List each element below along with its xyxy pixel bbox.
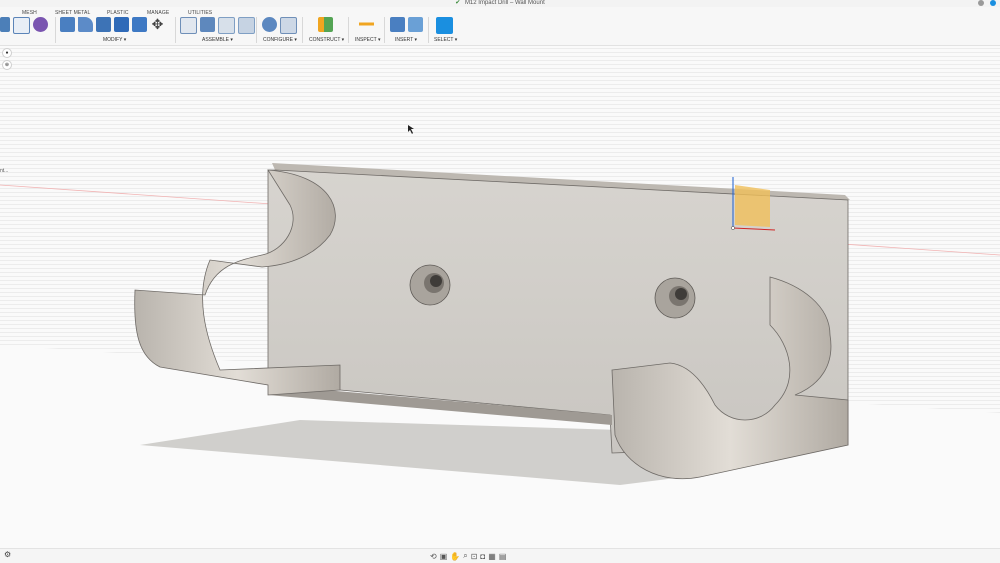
create-form-icon[interactable] [0,17,10,32]
separator [55,17,56,43]
move-icon[interactable]: ✥ [150,17,165,32]
group-modify[interactable]: MODIFY ▾ [103,37,126,43]
canvas-viewport[interactable]: ● ⊕ nt... [0,45,1000,550]
tab-utilities[interactable]: UTILITIES [188,10,212,16]
browser-truncated-label: nt... [0,168,9,174]
configure-table-icon[interactable] [262,17,277,32]
saved-check-icon: ✔ [455,0,461,6]
orbit-icon[interactable]: ⟲ [430,552,437,561]
group-insert[interactable]: INSERT ▾ [395,37,417,43]
window-icons [978,0,996,6]
group-inspect[interactable]: INSPECT ▾ [355,37,380,43]
screw-hole-right [654,277,696,319]
group-select[interactable]: SELECT ▾ [434,37,457,43]
settings-gear-icon[interactable]: ⚙ [4,550,11,559]
ribbon-toolbar: MESH SHEET METAL PLASTIC MANAGE UTILITIE… [0,7,1000,46]
press-pull-icon[interactable] [60,17,75,32]
separator [428,17,429,43]
as-built-joint-icon[interactable] [218,17,235,34]
separator [302,17,303,43]
fit-icon[interactable]: ⊡ [471,552,478,561]
grid-settings-icon[interactable]: ▦ [488,552,496,561]
tab-plastic[interactable]: PLASTIC [107,10,129,16]
new-component-icon[interactable] [180,17,197,34]
fillet-icon[interactable] [78,17,93,32]
primitive-icon[interactable] [33,17,48,32]
zoom-icon[interactable]: ⌕ [463,551,467,561]
group-construct[interactable]: CONSTRUCT ▾ [309,37,344,43]
browser-toggle-icon[interactable]: ● [2,48,12,58]
combine-icon[interactable] [132,17,147,32]
rigid-group-icon[interactable] [238,17,255,34]
nav-controls: ⟲ ▣ ✋ ⌕ ⊡ ◘ ▦ ▤ [430,551,506,561]
select-cursor-icon[interactable] [436,17,453,34]
measure-icon[interactable] [359,17,374,32]
tab-mesh[interactable]: MESH [22,10,37,16]
chamfer-icon[interactable] [96,17,111,32]
configure-theme-icon[interactable] [280,17,297,34]
document-title-area: ✔ M12 Impact Drill – Wall Mount [0,0,1000,6]
separator [175,17,176,43]
separator [384,17,385,43]
help-icon[interactable] [990,0,996,6]
insert-derive-icon[interactable] [390,17,405,32]
viewports-icon[interactable]: ▤ [499,552,507,561]
display-settings-icon[interactable]: ◘ [480,552,485,561]
group-configure[interactable]: CONFIGURE ▾ [263,37,297,43]
screw-hole-left [409,264,451,306]
sketch-icon[interactable] [13,17,30,34]
separator [348,17,349,43]
model-scene[interactable] [0,45,1000,550]
offset-plane-icon[interactable] [318,17,333,32]
look-at-icon[interactable]: ▣ [440,552,448,561]
profile-icon[interactable] [978,0,984,6]
component-expand-icon[interactable]: ⊕ [2,60,12,70]
shell-icon[interactable] [114,17,129,32]
navigation-bar: ⚙ ⟲ ▣ ✋ ⌕ ⊡ ◘ ▦ ▤ [0,548,1000,563]
insert-canvas-icon[interactable] [408,17,423,32]
title-bar: ✔ M12 Impact Drill – Wall Mount [0,0,1000,7]
pan-icon[interactable]: ✋ [450,552,460,561]
tab-sheet-metal[interactable]: SHEET METAL [55,10,90,16]
joint-icon[interactable] [200,17,215,32]
separator [256,17,257,43]
group-assemble[interactable]: ASSEMBLE ▾ [202,37,233,43]
document-title: M12 Impact Drill – Wall Mount [464,0,545,6]
